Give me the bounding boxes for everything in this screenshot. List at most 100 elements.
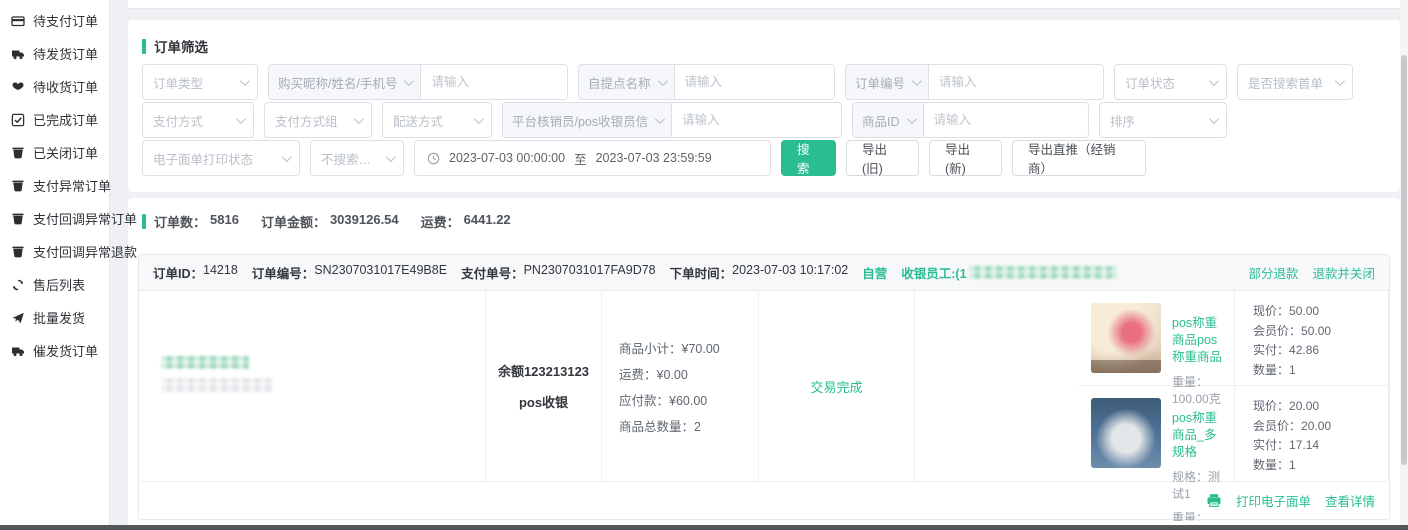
sidebar-item-label: 支付回调异常退款 bbox=[33, 242, 137, 261]
chevron-down-icon bbox=[906, 114, 916, 124]
buyer-key-select[interactable]: 购买昵称/姓名/手机号 bbox=[269, 65, 421, 99]
redacted-customer-phone bbox=[161, 378, 273, 393]
urge-delivery-icon bbox=[11, 344, 25, 358]
product-id-input[interactable] bbox=[924, 103, 1088, 137]
order-status-select[interactable]: 订单状态 bbox=[1114, 64, 1227, 100]
order-status-cell: 交易完成 bbox=[759, 291, 915, 481]
printer-icon[interactable] bbox=[1206, 493, 1222, 508]
pickup-name-select[interactable]: 自提点名称 bbox=[579, 65, 675, 99]
payment-cell: 余额123213123 pos收银 bbox=[486, 291, 602, 481]
sidebar-item-batch-ship[interactable]: 批量发货 bbox=[0, 301, 109, 334]
order-type-select[interactable]: 订单类型 bbox=[142, 64, 258, 100]
sidebar-item-callback-refund[interactable]: 支付回调异常退款 bbox=[0, 235, 109, 268]
product-image-2 bbox=[1091, 398, 1161, 468]
sidebar-item-label: 已关闭订单 bbox=[33, 143, 98, 162]
pay-method-group-label: 支付方式组 bbox=[275, 111, 338, 130]
product-id-select[interactable]: 商品ID bbox=[853, 103, 924, 137]
buyer-key-label: 购买昵称/姓名/手机号 bbox=[278, 73, 397, 92]
pay-method-select[interactable]: 支付方式 bbox=[142, 102, 254, 138]
order-items-table: pos称重商品pos称重商品 重量：100.00克 现价：50.00 会员价：5… bbox=[139, 291, 1389, 481]
date-range-picker[interactable]: 2023-07-03 00:00:00 至 2023-07-03 23:59:5… bbox=[414, 140, 771, 176]
truck-icon bbox=[11, 47, 25, 61]
platform-clerk-select[interactable]: 平台核销员/pos收银员信 bbox=[503, 103, 672, 137]
product-cell-1: pos称重商品pos称重商品 重量：100.00克 bbox=[1079, 291, 1235, 386]
order-admin-page: 待支付订单 待发货订单 待收货订单 已完成订单 已关闭订单 支付异常订单 支付回… bbox=[0, 0, 1408, 530]
time-mode-select[interactable]: 不搜索时间 bbox=[310, 140, 404, 176]
order-sn: 订单编号：SN2307031017E49B8E bbox=[252, 263, 447, 282]
refund-close-link[interactable]: 退款并关闭 bbox=[1312, 263, 1375, 282]
sidebar-item-pending-ship[interactable]: 待发货订单 bbox=[0, 37, 109, 70]
stat-freight: 运费：6441.22 bbox=[421, 212, 511, 231]
pickup-search-input[interactable] bbox=[675, 65, 834, 99]
print-eface-link[interactable]: 打印电子面单 bbox=[1236, 491, 1311, 510]
date-separator: 至 bbox=[574, 149, 587, 168]
first-order-label: 是否搜索首单 bbox=[1248, 73, 1323, 92]
platform-clerk-label: 平台核销员/pos收银员信 bbox=[512, 111, 648, 130]
order-sn-select[interactable]: 订单编号 bbox=[846, 65, 929, 99]
member-price-line: 会员价：20.00 bbox=[1253, 417, 1388, 437]
product-name-link[interactable]: pos称重商品_多规格 bbox=[1172, 410, 1222, 461]
chevron-down-icon bbox=[655, 114, 665, 124]
chevron-down-icon bbox=[404, 76, 414, 86]
export-direct-button[interactable]: 导出直推（经销商） bbox=[1012, 140, 1146, 176]
aftersale-recycle-icon bbox=[11, 278, 25, 292]
sidebar-item-urge-ship[interactable]: 催发货订单 bbox=[0, 334, 109, 367]
buyer-search-group: 购买昵称/姓名/手机号 bbox=[268, 64, 568, 100]
scrollbar-thumb[interactable] bbox=[1401, 55, 1407, 465]
amount-summary-cell: 商品小计：¥70.00 运费：¥0.00 应付款：¥60.00 商品总数量：2 bbox=[602, 291, 759, 481]
price-line: 现价：20.00 bbox=[1253, 397, 1388, 417]
subtotal-line: 商品小计：¥70.00 bbox=[619, 338, 758, 357]
eface-print-status-label: 电子面单打印状态 bbox=[153, 149, 253, 168]
clerk-search-input[interactable] bbox=[672, 103, 841, 137]
eface-print-status-select[interactable]: 电子面单打印状态 bbox=[142, 140, 300, 176]
chevron-down-icon bbox=[386, 152, 396, 162]
vertical-scrollbar[interactable] bbox=[1400, 0, 1408, 525]
sidebar-item-label: 支付回调异常订单 bbox=[33, 209, 137, 228]
filter-row-1: 订单类型 购买昵称/姓名/手机号 自提点名称 bbox=[142, 64, 1386, 100]
partial-refund-link[interactable]: 部分退款 bbox=[1248, 263, 1298, 282]
sort-select[interactable]: 排序 bbox=[1099, 102, 1227, 138]
chevron-down-icon bbox=[354, 114, 364, 124]
redacted-customer-name bbox=[161, 356, 249, 369]
order-header: 订单ID：14218 订单编号：SN2307031017E49B8E 支付单号：… bbox=[139, 255, 1389, 291]
callback-refund-icon bbox=[11, 245, 25, 259]
order-sn-label: 订单编号 bbox=[855, 73, 905, 92]
receive-goods-icon bbox=[11, 80, 25, 94]
sidebar-item-pay-error[interactable]: 支付异常订单 bbox=[0, 169, 109, 202]
pay-method-label: 支付方式 bbox=[153, 111, 203, 130]
filter-row-3: 电子面单打印状态 不搜索时间 2023-07-03 00:00:00 至 202… bbox=[142, 140, 1386, 176]
customer-cell bbox=[139, 291, 486, 481]
delivery-method-select[interactable]: 配送方式 bbox=[382, 102, 492, 138]
chevron-down-icon bbox=[236, 114, 246, 124]
sort-label: 排序 bbox=[1110, 111, 1135, 130]
first-order-select[interactable]: 是否搜索首单 bbox=[1237, 64, 1353, 100]
sidebar-item-pending-receive[interactable]: 待收货订单 bbox=[0, 70, 109, 103]
sidebar-item-aftersale[interactable]: 售后列表 bbox=[0, 268, 109, 301]
search-button[interactable]: 搜索 bbox=[781, 140, 836, 176]
buyer-search-input[interactable] bbox=[421, 65, 567, 99]
product-name-link[interactable]: pos称重商品pos称重商品 bbox=[1172, 315, 1222, 366]
total-qty-line: 商品总数量：2 bbox=[619, 416, 758, 435]
pay-method-group-select[interactable]: 支付方式组 bbox=[264, 102, 372, 138]
sidebar: 待支付订单 待发货订单 待收货订单 已完成订单 已关闭订单 支付异常订单 支付回… bbox=[0, 0, 110, 525]
view-detail-link[interactable]: 查看详情 bbox=[1325, 491, 1375, 510]
sidebar-item-label: 待支付订单 bbox=[33, 11, 98, 30]
sidebar-item-completed[interactable]: 已完成订单 bbox=[0, 103, 109, 136]
sidebar-item-label: 批量发货 bbox=[33, 308, 85, 327]
sidebar-item-pending-payment[interactable]: 待支付订单 bbox=[0, 4, 109, 37]
main-content: 订单筛选 订单类型 购买昵称/姓名/手机号 自提点名称 bbox=[110, 0, 1408, 530]
export-new-button[interactable]: 导出(新) bbox=[929, 140, 1002, 176]
sidebar-item-closed[interactable]: 已关闭订单 bbox=[0, 136, 109, 169]
product-id-search-group: 商品ID bbox=[852, 102, 1089, 138]
paid-line: 实付：17.14 bbox=[1253, 436, 1388, 456]
filter-title-text: 订单筛选 bbox=[154, 36, 208, 56]
previous-card-edge bbox=[128, 0, 1400, 9]
completed-check-icon bbox=[11, 113, 25, 127]
clerk-search-group: 平台核销员/pos收银员信 bbox=[502, 102, 842, 138]
export-old-button[interactable]: 导出(旧) bbox=[846, 140, 919, 176]
chevron-down-icon bbox=[657, 76, 667, 86]
sidebar-item-callback-error[interactable]: 支付回调异常订单 bbox=[0, 202, 109, 235]
sidebar-item-label: 支付异常订单 bbox=[33, 176, 111, 195]
order-sn-search-input[interactable] bbox=[929, 65, 1103, 99]
filter-section-title: 订单筛选 bbox=[142, 36, 208, 56]
